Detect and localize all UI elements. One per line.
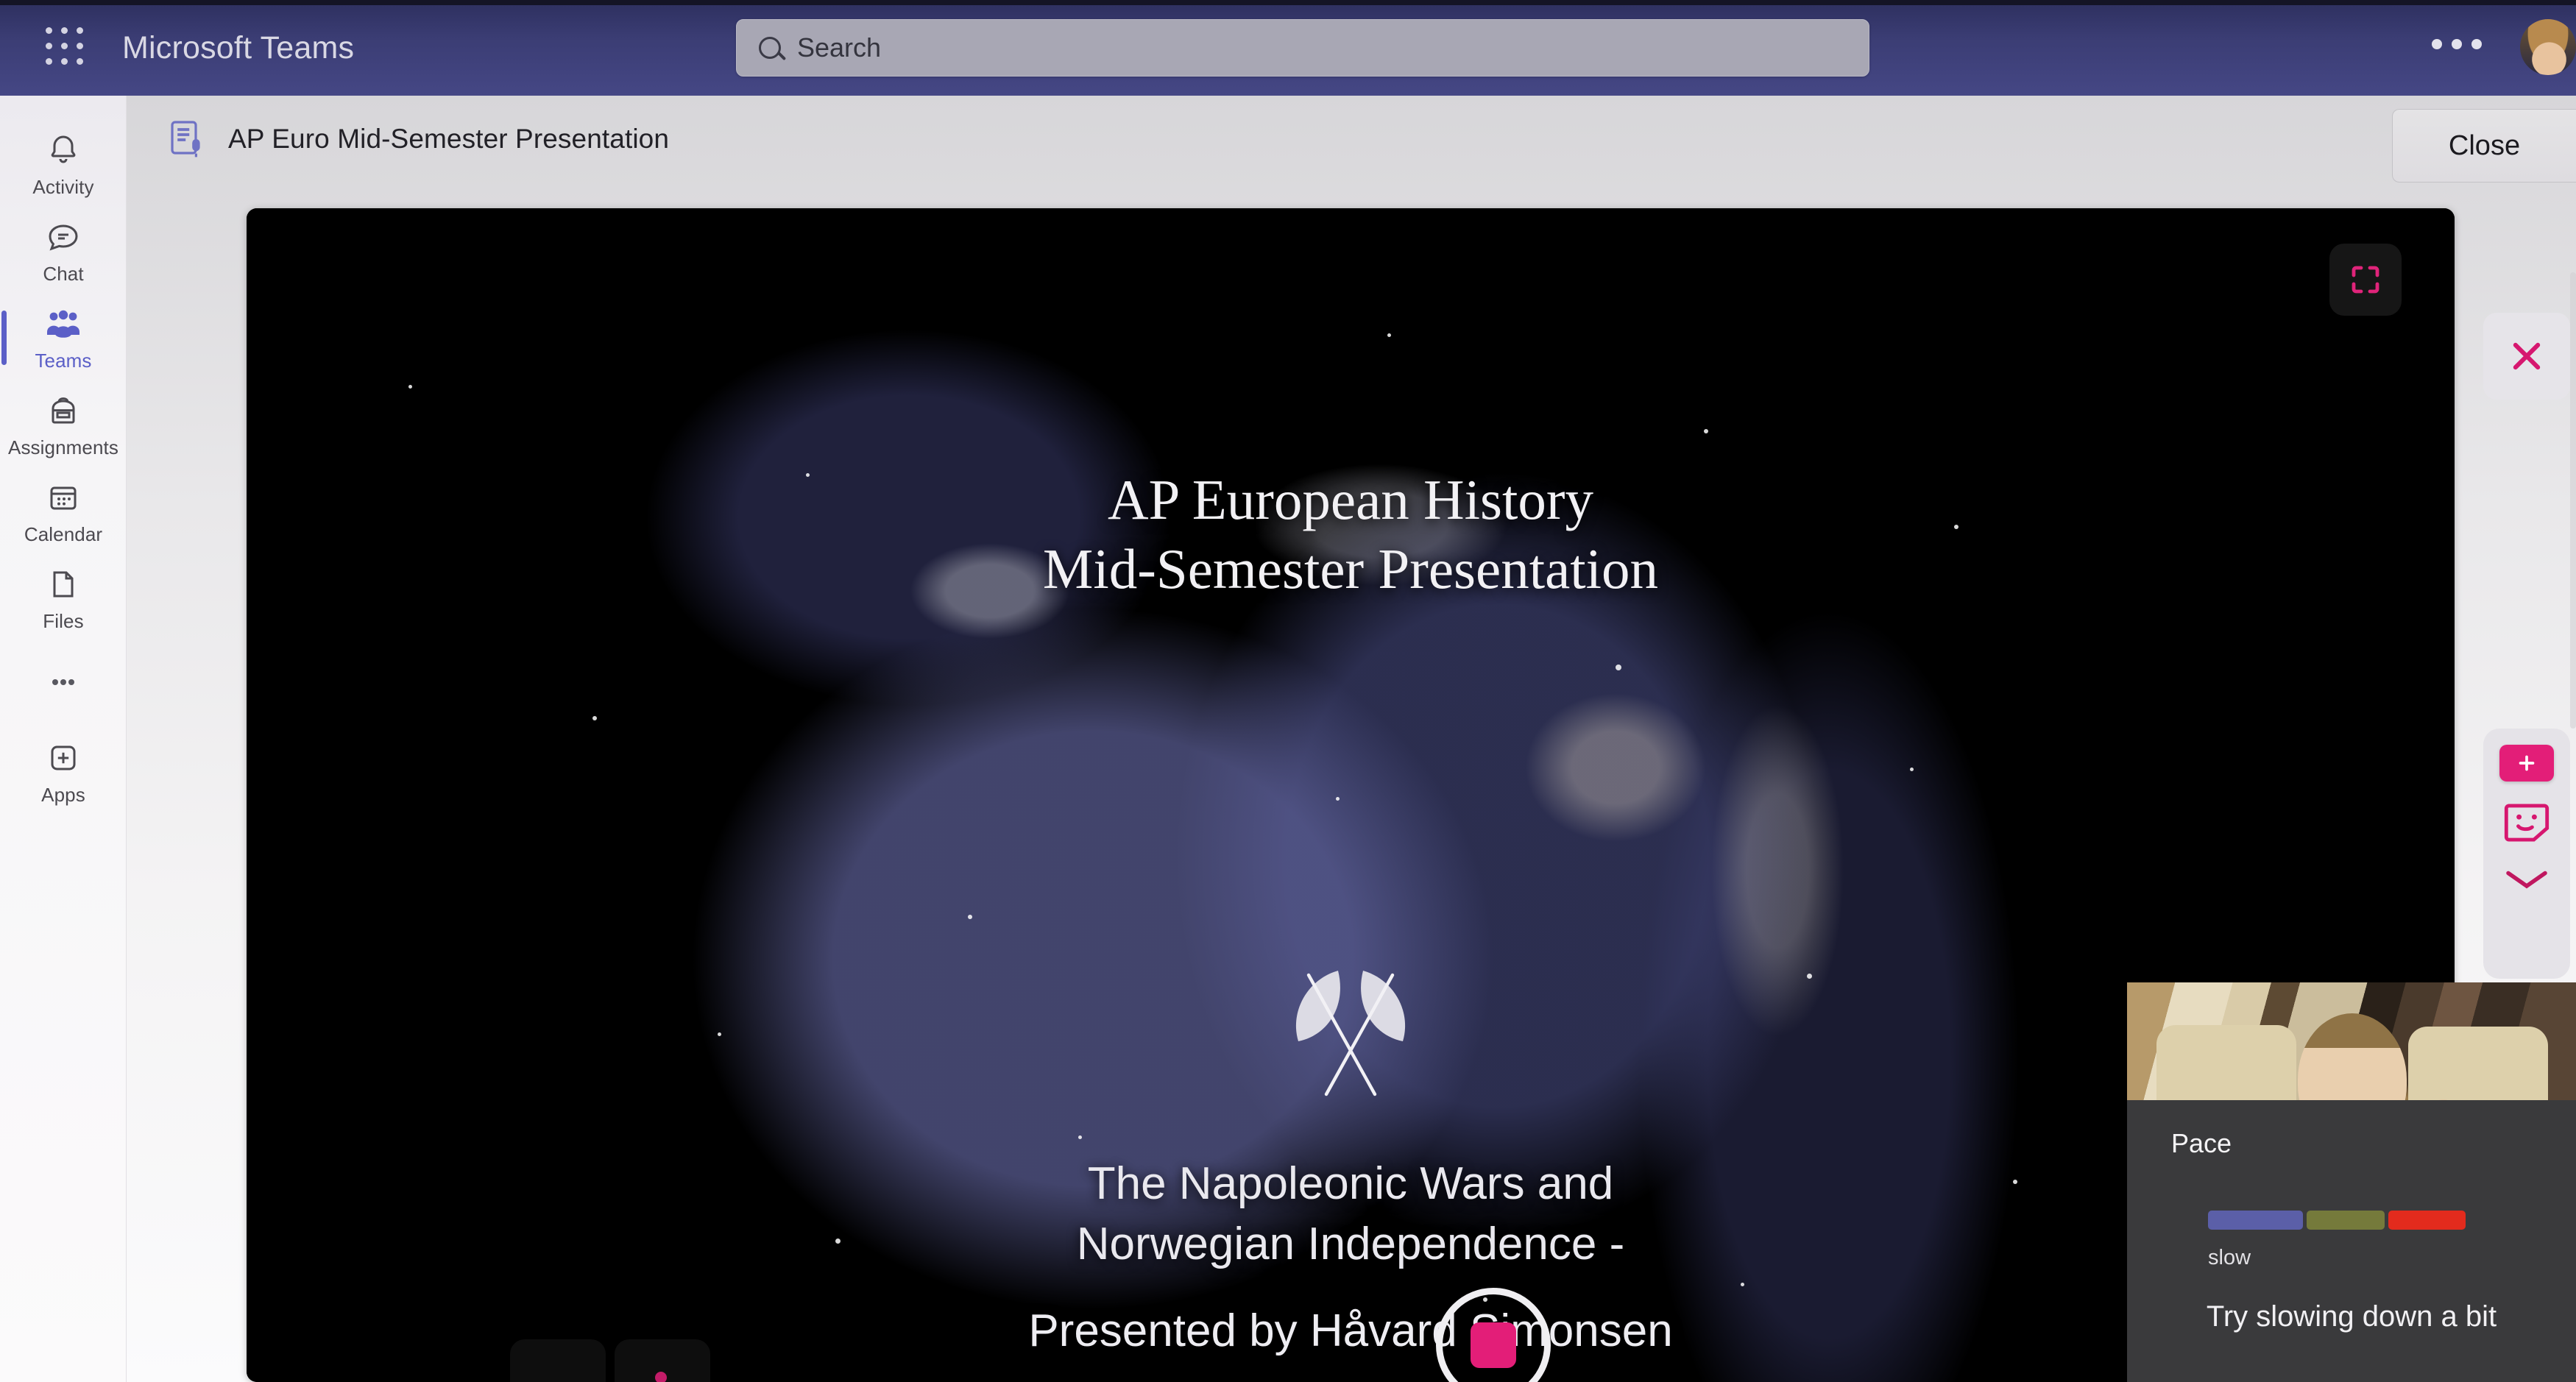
slide-title: AP European History Mid-Semester Present… xyxy=(247,466,2455,604)
sidebar-item-label: Calendar xyxy=(24,522,103,545)
coach-tip-text: Try slowing down a bit xyxy=(2206,1300,2497,1333)
sidebar-item-label: Activity xyxy=(32,175,94,198)
ellipsis-horizontal-icon[interactable] xyxy=(2432,39,2482,49)
sidebar-item-apps[interactable]: Apps xyxy=(0,729,127,815)
slide-title-line-1: AP European History xyxy=(1107,468,1594,531)
search-icon xyxy=(759,37,781,59)
chat-bubble-icon xyxy=(46,217,81,257)
sidebar-item-files[interactable]: Files xyxy=(0,555,127,642)
pace-segment-medium xyxy=(2307,1211,2385,1230)
file-page-icon xyxy=(46,564,81,604)
sidebar-item-label: Files xyxy=(43,609,84,632)
app-brand-title: Microsoft Teams xyxy=(122,29,355,65)
teams-window: Microsoft Teams Search Activity Chat Tea… xyxy=(0,0,2576,1382)
sidebar-item-label: Apps xyxy=(41,783,85,806)
search-container: Search xyxy=(736,19,1869,77)
bell-icon xyxy=(46,130,81,170)
user-avatar[interactable] xyxy=(2520,19,2576,75)
close-x-icon[interactable] xyxy=(2483,313,2570,400)
presentation-stage[interactable]: AP European History Mid-Semester Present… xyxy=(247,208,2455,1382)
reaction-panel xyxy=(2483,729,2570,979)
backpack-icon xyxy=(46,391,81,430)
close-button[interactable]: Close xyxy=(2392,109,2576,183)
ellipsis-horizontal-icon xyxy=(46,662,81,702)
app-launcher-grid-icon[interactable] xyxy=(46,27,87,68)
slide-subtitle-line-2: Norwegian Independence - xyxy=(1076,1219,1625,1270)
calendar-icon xyxy=(46,478,81,517)
recording-indicator-dot xyxy=(655,1372,667,1382)
coach-metric-title: Pace xyxy=(2171,1128,2232,1158)
pace-segment-fast xyxy=(2388,1211,2466,1230)
sidebar-item-teams[interactable]: Teams xyxy=(0,294,127,381)
page-title: AP Euro Mid-Semester Presentation xyxy=(228,124,670,154)
plus-square-icon xyxy=(46,738,81,778)
sidebar-item-chat[interactable]: Chat xyxy=(0,208,127,294)
self-video-pip[interactable] xyxy=(2127,982,2576,1100)
sidebar-item-label: Assignments xyxy=(8,436,118,458)
sidebar-item-label: Chat xyxy=(43,262,84,285)
vertical-scrollbar[interactable] xyxy=(2570,272,2576,729)
stage-control-button-left[interactable] xyxy=(510,1339,606,1382)
search-placeholder: Search xyxy=(797,32,882,63)
sticker-smiley-icon[interactable] xyxy=(2500,801,2553,845)
document-microphone-icon xyxy=(168,118,206,160)
teams-people-icon xyxy=(44,304,82,344)
sidebar-item-assignments[interactable]: Assignments xyxy=(0,381,127,468)
sidebar-item-more[interactable] xyxy=(0,642,127,729)
chair-right xyxy=(2408,1027,2548,1100)
plus-icon[interactable] xyxy=(2499,745,2554,782)
slide-subtitle: The Napoleonic Wars and Norwegian Indepe… xyxy=(247,1154,2455,1275)
pace-meter xyxy=(2208,1211,2466,1230)
search-input[interactable]: Search xyxy=(736,19,1869,77)
slide-subtitle-line-1: The Napoleonic Wars and xyxy=(1087,1158,1614,1209)
left-nav-rail: Activity Chat Teams Assignments Calendar… xyxy=(0,96,127,1382)
crossed-leaves-icon xyxy=(1266,959,1435,1106)
sidebar-item-activity[interactable]: Activity xyxy=(0,121,127,208)
chair-left xyxy=(2156,1025,2296,1100)
sidebar-item-calendar[interactable]: Calendar xyxy=(0,468,127,555)
sidebar-item-label: Teams xyxy=(35,349,92,372)
chevron-down-icon[interactable] xyxy=(2501,864,2552,893)
fullscreen-expand-icon[interactable] xyxy=(2329,244,2402,316)
pace-scale-label: slow xyxy=(2208,1246,2251,1269)
speaker-coach-panel: Pace slow Try slowing down a bit xyxy=(2127,1100,2576,1382)
content-header: AP Euro Mid-Semester Presentation Close xyxy=(127,96,2576,183)
pace-segment-slow xyxy=(2208,1211,2304,1230)
main-content-area: AP Euro Mid-Semester Presentation Close xyxy=(127,96,2576,1382)
slide-title-line-2: Mid-Semester Presentation xyxy=(1042,536,1659,600)
top-bar: Microsoft Teams Search xyxy=(0,0,2576,96)
